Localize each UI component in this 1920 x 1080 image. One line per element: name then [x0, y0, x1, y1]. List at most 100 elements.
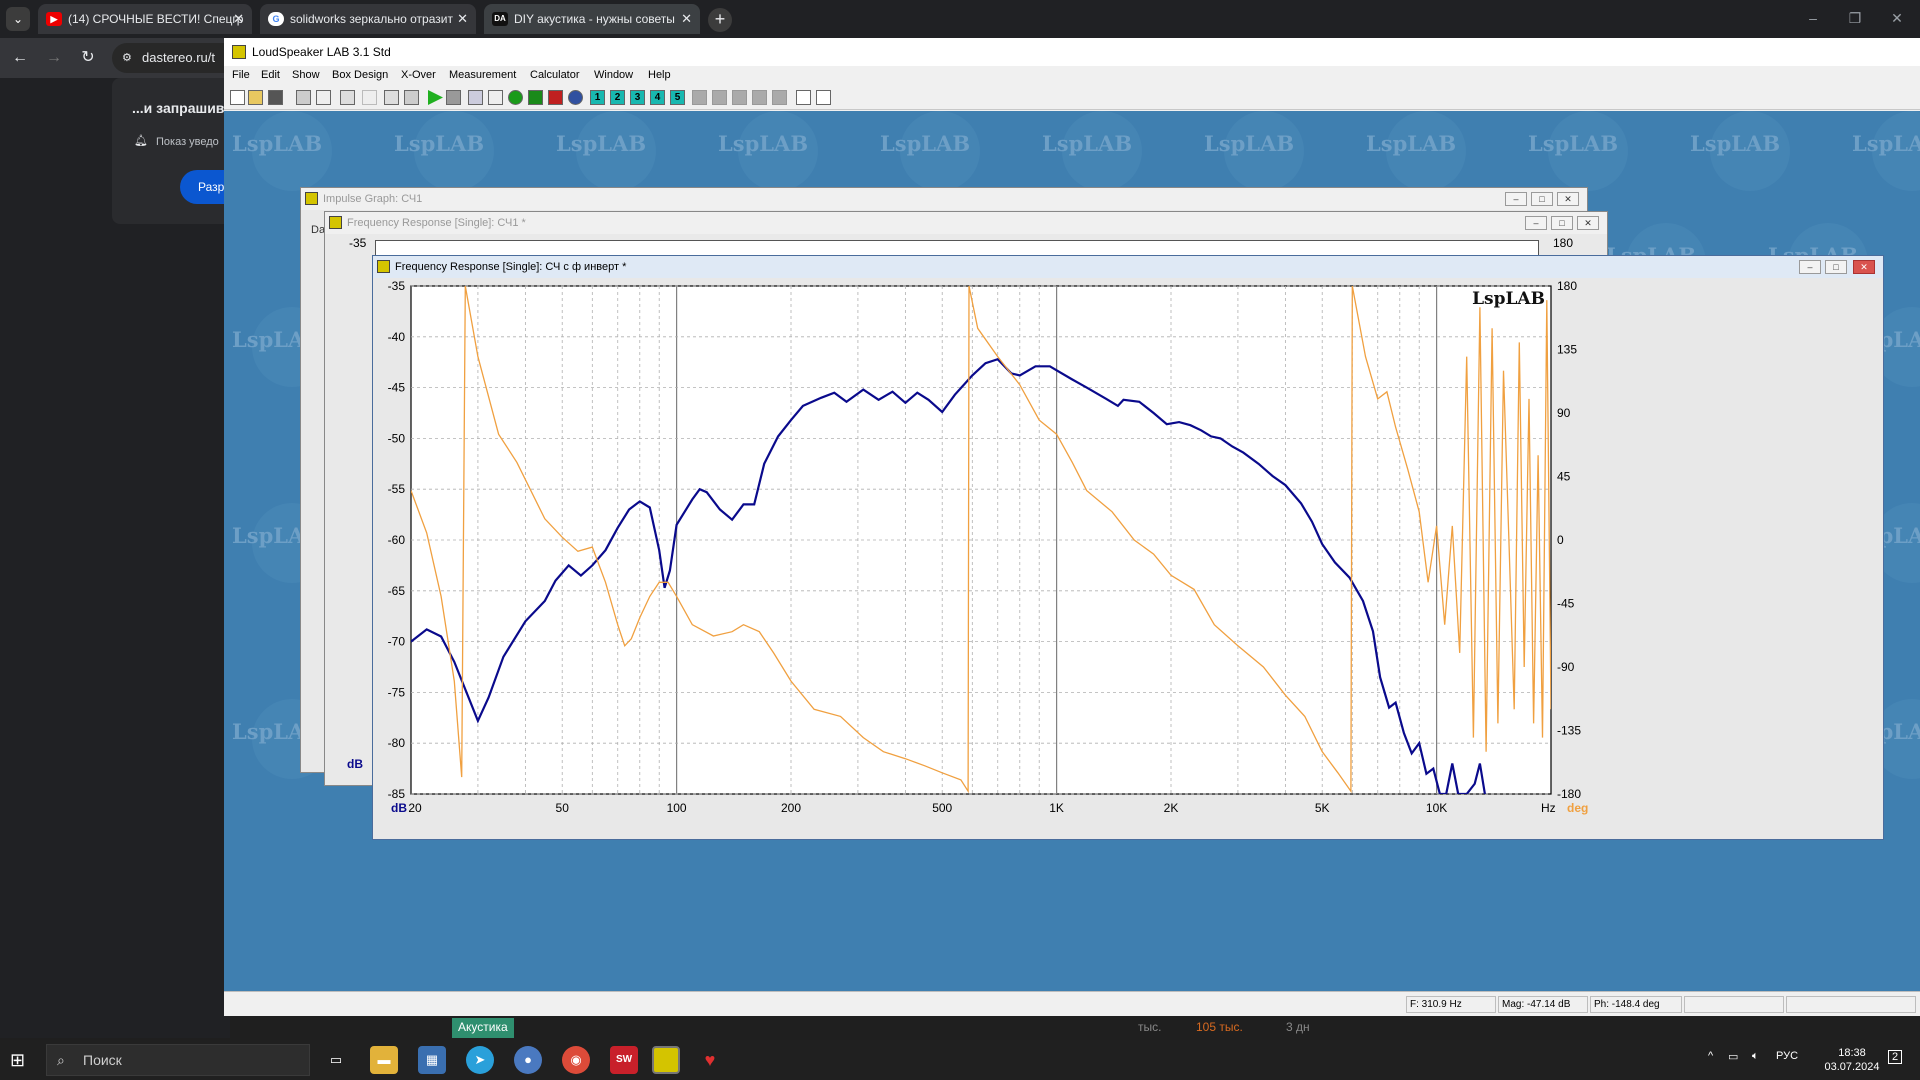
- y-tick-label: -60: [388, 533, 406, 547]
- watermark-text: LspLAB: [1366, 131, 1457, 156]
- disabled-tool-2-icon[interactable]: [712, 90, 727, 105]
- maximize-icon[interactable]: □: [1551, 216, 1573, 230]
- close-icon[interactable]: ✕: [1876, 0, 1918, 36]
- disabled-tool-5-icon[interactable]: [772, 90, 787, 105]
- x-tick-label: 500: [932, 801, 952, 815]
- app-circle-icon[interactable]: ●: [514, 1046, 542, 1074]
- menu-x-over[interactable]: X-Over: [401, 69, 436, 81]
- new-tab-button[interactable]: +: [708, 8, 732, 32]
- close-icon[interactable]: ✕: [1577, 216, 1599, 230]
- status-empty-2: [1786, 996, 1916, 1013]
- chrome-icon[interactable]: ◉: [562, 1046, 590, 1074]
- browser-tab-label: solidworks зеркально отразит: [290, 12, 453, 26]
- menu-help[interactable]: Help: [648, 69, 671, 81]
- save-icon[interactable]: [268, 90, 283, 105]
- y2-tick-label: 180: [1557, 279, 1577, 293]
- menu-show[interactable]: Show: [292, 69, 320, 81]
- site-info-icon[interactable]: ⚙: [122, 43, 132, 73]
- dastereo-icon: DA: [492, 12, 508, 26]
- lsplab-taskbar-icon[interactable]: [652, 1046, 680, 1074]
- record-icon[interactable]: [508, 90, 523, 105]
- generator-icon[interactable]: [528, 90, 543, 105]
- disabled-tool-1-icon[interactable]: [692, 90, 707, 105]
- calculator-icon[interactable]: ▦: [418, 1046, 446, 1074]
- channel-1-button[interactable]: 1: [590, 90, 605, 105]
- taskbar-search-box[interactable]: ⌕ Поиск: [46, 1044, 310, 1076]
- disabled-tool-3-icon[interactable]: [732, 90, 747, 105]
- minimize-icon[interactable]: –: [1792, 0, 1834, 36]
- menu-measurement[interactable]: Measurement: [449, 69, 516, 81]
- new-file-icon[interactable]: [230, 90, 245, 105]
- y2-axis-unit-label: deg: [1567, 801, 1588, 815]
- minimize-icon[interactable]: –: [1799, 260, 1821, 274]
- solidworks-icon[interactable]: SW: [610, 1046, 638, 1074]
- tile-vertical-icon[interactable]: [816, 90, 831, 105]
- menu-box-design[interactable]: Box Design: [332, 69, 388, 81]
- minimize-icon[interactable]: –: [1525, 216, 1547, 230]
- lsplab-window: LoudSpeaker LAB 3.1 Std File Edit Show B…: [224, 38, 1920, 1016]
- print-preview-icon[interactable]: [316, 90, 331, 105]
- copy-icon[interactable]: [340, 90, 355, 105]
- window-title-bar: Frequency Response [Single]: СЧ с ф инве…: [373, 256, 1883, 278]
- window-icon: [329, 216, 342, 229]
- forward-icon[interactable]: →: [42, 46, 66, 70]
- tray-up-arrow-icon[interactable]: ^: [1708, 1050, 1713, 1062]
- close-tab-icon[interactable]: ✕: [233, 4, 244, 34]
- language-indicator[interactable]: РУС: [1776, 1050, 1798, 1062]
- system-clock[interactable]: 18:38 03.07.2024: [1822, 1046, 1882, 1074]
- maximize-icon[interactable]: □: [1531, 192, 1553, 206]
- status-phase: Ph: -148.4 deg: [1590, 996, 1682, 1013]
- filter-icon[interactable]: [488, 90, 503, 105]
- close-tab-icon[interactable]: ✕: [457, 4, 468, 34]
- frequency-response-chart[interactable]: -35 -40 -45 -50 -55 -60 -65 -70 -75 -80 -85 180 135 9…: [373, 278, 1883, 839]
- channel-2-button[interactable]: 2: [610, 90, 625, 105]
- channel-3-button[interactable]: 3: [630, 90, 645, 105]
- browser-tab-google[interactable]: G solidworks зеркально отразит ✕: [260, 4, 476, 34]
- address-text: dastereo.ru/t: [142, 50, 215, 65]
- stop-icon[interactable]: [446, 90, 461, 105]
- task-view-icon[interactable]: ▭: [322, 1046, 350, 1074]
- channel-4-button[interactable]: 4: [650, 90, 665, 105]
- notification-center-icon[interactable]: 2: [1888, 1050, 1903, 1064]
- volume-icon[interactable]: 🔈︎: [1752, 1050, 1759, 1063]
- menu-window[interactable]: Window: [594, 69, 633, 81]
- undo-icon[interactable]: [362, 90, 377, 105]
- impulse-icon[interactable]: [468, 90, 483, 105]
- info-icon[interactable]: [568, 90, 583, 105]
- menu-edit[interactable]: Edit: [261, 69, 280, 81]
- tab-search-button[interactable]: ⌄: [6, 7, 30, 31]
- windows-start-icon[interactable]: ⊞: [10, 1050, 25, 1071]
- reload-icon[interactable]: ↻: [76, 46, 100, 70]
- print-icon[interactable]: [296, 90, 311, 105]
- close-icon[interactable]: ✕: [1853, 260, 1875, 274]
- back-icon[interactable]: ←: [8, 46, 32, 70]
- play-icon[interactable]: [428, 90, 443, 105]
- close-icon[interactable]: ✕: [1557, 192, 1579, 206]
- menu-file[interactable]: File: [232, 69, 250, 81]
- browser-tab-youtube[interactable]: ▶ (14) СРОЧНЫЕ ВЕСТИ! Спецгр ✕: [38, 4, 252, 34]
- analyzer-icon[interactable]: [548, 90, 563, 105]
- equalizer-icon[interactable]: [404, 90, 419, 105]
- file-explorer-icon[interactable]: ▬: [370, 1046, 398, 1074]
- minimize-icon[interactable]: –: [1505, 192, 1527, 206]
- tools-icon[interactable]: [384, 90, 399, 105]
- menu-calculator[interactable]: Calculator: [530, 69, 580, 81]
- telegram-icon[interactable]: ➤: [466, 1046, 494, 1074]
- network-icon[interactable]: ▭: [1728, 1050, 1738, 1063]
- x-tick-label: 100: [667, 801, 687, 815]
- channel-5-button[interactable]: 5: [670, 90, 685, 105]
- watermark-text: LspLAB: [1852, 131, 1920, 156]
- y-tick-label: -75: [388, 685, 406, 699]
- browser-tab-dastereo[interactable]: DA DIY акустика - нужны советы ✕: [484, 4, 700, 34]
- restore-icon[interactable]: ❐: [1834, 0, 1876, 36]
- open-folder-icon[interactable]: [248, 90, 263, 105]
- maximize-icon[interactable]: □: [1825, 260, 1847, 274]
- y-tick-label: -40: [388, 330, 406, 344]
- disabled-tool-4-icon[interactable]: [752, 90, 767, 105]
- heart-app-icon[interactable]: ♥: [696, 1046, 724, 1074]
- close-tab-icon[interactable]: ✕: [681, 4, 692, 34]
- frequency-response-active-window[interactable]: Frequency Response [Single]: СЧ с ф инве…: [372, 255, 1884, 840]
- browser-tab-strip: ⌄ ▶ (14) СРОЧНЫЕ ВЕСТИ! Спецгр ✕ G solid…: [0, 0, 1920, 38]
- watermark-text: LspLAB: [880, 131, 971, 156]
- tile-horizontal-icon[interactable]: [796, 90, 811, 105]
